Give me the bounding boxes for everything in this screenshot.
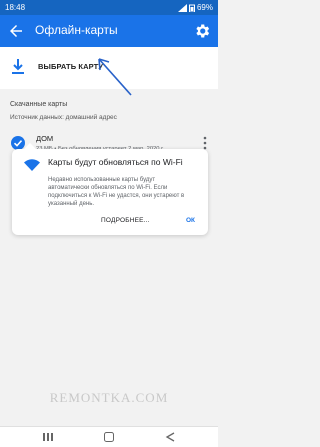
ok-button[interactable]: ОК [186, 217, 195, 224]
select-map-label: ВЫБРАТЬ КАРТУ [38, 62, 104, 71]
signal-icon [177, 3, 187, 12]
card-title: Карты будут обновляться по Wi-Fi [48, 157, 183, 167]
more-vert-icon[interactable] [200, 136, 210, 150]
wifi-icon [24, 159, 40, 171]
home-icon[interactable] [103, 432, 115, 442]
map-name: ДОМ [36, 134, 54, 143]
download-icon [12, 59, 24, 74]
recent-apps-icon[interactable] [42, 432, 54, 442]
battery-icon [188, 4, 195, 12]
status-bar: 18:48 69% [0, 0, 218, 15]
system-nav-bar [0, 426, 218, 447]
card-text: Недавно использованные карты будут автом… [48, 177, 185, 207]
downloaded-section-title: Скачанные карты [10, 101, 68, 108]
pointer-arrow-icon [98, 58, 132, 96]
back-nav-icon[interactable] [164, 432, 176, 442]
gear-icon[interactable] [193, 22, 211, 40]
watermark: REMONTKA.COM [49, 390, 169, 405]
app-bar: Офлайн-карты [0, 15, 218, 47]
downloaded-section-hint: Источник данных: домашний адрес [10, 114, 117, 121]
status-time: 18:48 [5, 3, 26, 12]
back-arrow-icon[interactable] [7, 22, 25, 40]
page-title: Офлайн-карты [35, 23, 118, 37]
battery-level: 69% [196, 3, 213, 12]
more-info-button[interactable]: ПОДРОБНЕЕ... [101, 217, 150, 224]
check-circle-icon [11, 136, 25, 150]
status-icons: 69% [177, 3, 213, 12]
wifi-update-card: Карты будут обновляться по Wi-Fi Недавно… [12, 143, 208, 235]
card-tail [24, 143, 36, 149]
